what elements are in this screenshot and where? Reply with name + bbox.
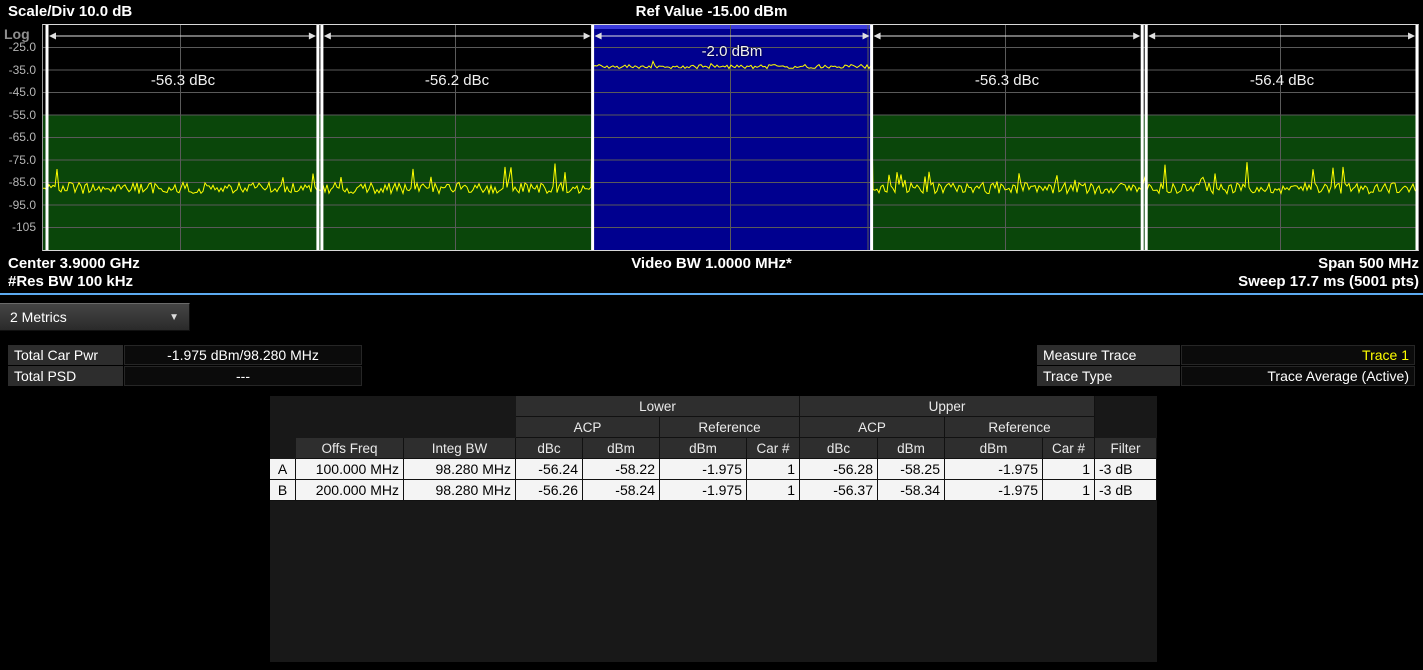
- metrics-dropdown[interactable]: 2 Metrics ▼: [0, 303, 190, 331]
- metrics-dropdown-label: 2 Metrics: [10, 309, 67, 325]
- table-cell[interactable]: 200.000 MHz: [296, 480, 404, 501]
- header-upper-dbc: dBc: [800, 438, 878, 459]
- y-tick: -25.0: [9, 40, 36, 54]
- header-lower-dbc: dBc: [516, 438, 583, 459]
- table-cell[interactable]: -56.28: [800, 459, 878, 480]
- table-cell[interactable]: -56.26: [516, 480, 583, 501]
- y-tick: -35.0: [9, 63, 36, 77]
- ref-value-label: Ref Value -15.00 dBm: [0, 3, 1423, 20]
- subgroup-lower-reference: Reference: [660, 417, 800, 438]
- table-cell[interactable]: 1: [747, 480, 800, 501]
- table-cell[interactable]: 98.280 MHz: [404, 480, 516, 501]
- header-upper-dbm: dBm: [878, 438, 945, 459]
- subgroup-upper-acp: ACP: [800, 417, 945, 438]
- table-spacer: [1095, 396, 1157, 417]
- table-cell[interactable]: -58.22: [583, 459, 660, 480]
- y-axis-labels: -25.0 -35.0 -45.0 -55.0 -65.0 -75.0 -85.…: [0, 25, 39, 252]
- subgroup-upper-reference: Reference: [945, 417, 1095, 438]
- table-cell[interactable]: -3 dB: [1095, 480, 1157, 501]
- col-group-lower: Lower: [516, 396, 800, 417]
- subgroup-lower-acp: ACP: [516, 417, 660, 438]
- y-tick: -75.0: [9, 153, 36, 167]
- trace-type-label: Trace Type: [1037, 366, 1180, 386]
- table-cell[interactable]: A: [270, 459, 296, 480]
- table-cell[interactable]: 1: [1043, 480, 1095, 501]
- spectrum-plot: -56.3 dBc -56.2 dBc -2.0 dBm -56.3 dBc -…: [42, 24, 1419, 251]
- table-spacer: [270, 438, 296, 459]
- table-cell[interactable]: 98.280 MHz: [404, 459, 516, 480]
- total-car-pwr-label: Total Car Pwr: [8, 345, 123, 365]
- header-filter: Filter: [1095, 438, 1157, 459]
- y-tick: -85.0: [9, 175, 36, 189]
- separator-line: [0, 293, 1423, 295]
- col-group-upper: Upper: [800, 396, 1095, 417]
- table-cell[interactable]: 100.000 MHz: [296, 459, 404, 480]
- table-cell[interactable]: 1: [747, 459, 800, 480]
- y-tick: -105: [12, 220, 36, 234]
- acp-table: Lower Upper ACP Reference ACP Reference …: [270, 396, 1157, 662]
- table-cell[interactable]: -58.34: [878, 480, 945, 501]
- header-offs-freq: Offs Freq: [296, 438, 404, 459]
- table-cell[interactable]: -1.975: [945, 459, 1043, 480]
- table-spacer: [1095, 417, 1157, 438]
- table-cell[interactable]: -58.24: [583, 480, 660, 501]
- chevron-down-icon: ▼: [169, 312, 179, 323]
- total-psd-value: ---: [124, 366, 362, 386]
- total-car-pwr-value: -1.975 dBm/98.280 MHz: [124, 345, 362, 365]
- table-cell[interactable]: -56.37: [800, 480, 878, 501]
- table-spacer: [270, 417, 516, 438]
- video-bw-label: Video BW 1.0000 MHz*: [0, 255, 1423, 272]
- total-psd-label: Total PSD: [8, 366, 123, 386]
- y-tick: -65.0: [9, 130, 36, 144]
- header-lower-ref-dbm: dBm: [660, 438, 747, 459]
- y-tick: -45.0: [9, 85, 36, 99]
- res-bw-label: #Res BW 100 kHz: [8, 273, 133, 290]
- table-cell[interactable]: -56.24: [516, 459, 583, 480]
- header-upper-car: Car #: [1043, 438, 1095, 459]
- measure-trace-label: Measure Trace: [1037, 345, 1180, 365]
- table-cell[interactable]: -3 dB: [1095, 459, 1157, 480]
- header-upper-ref-dbm: dBm: [945, 438, 1043, 459]
- header-integ-bw: Integ BW: [404, 438, 516, 459]
- y-tick: -95.0: [9, 198, 36, 212]
- table-cell[interactable]: -1.975: [945, 480, 1043, 501]
- sweep-label: Sweep 17.7 ms (5001 pts): [1238, 273, 1419, 290]
- table-cell[interactable]: -1.975: [660, 480, 747, 501]
- table-cell[interactable]: -1.975: [660, 459, 747, 480]
- header-lower-car: Car #: [747, 438, 800, 459]
- y-tick: -55.0: [9, 108, 36, 122]
- table-cell[interactable]: 1: [1043, 459, 1095, 480]
- table-spacer: [270, 396, 516, 417]
- table-cell[interactable]: B: [270, 480, 296, 501]
- measure-trace-value: Trace 1: [1181, 345, 1415, 365]
- header-lower-dbm: dBm: [583, 438, 660, 459]
- table-cell[interactable]: -58.25: [878, 459, 945, 480]
- span-label: Span 500 MHz: [1318, 255, 1419, 272]
- trace-type-value: Trace Average (Active): [1181, 366, 1415, 386]
- spectrum-trace-canvas: [43, 25, 1418, 250]
